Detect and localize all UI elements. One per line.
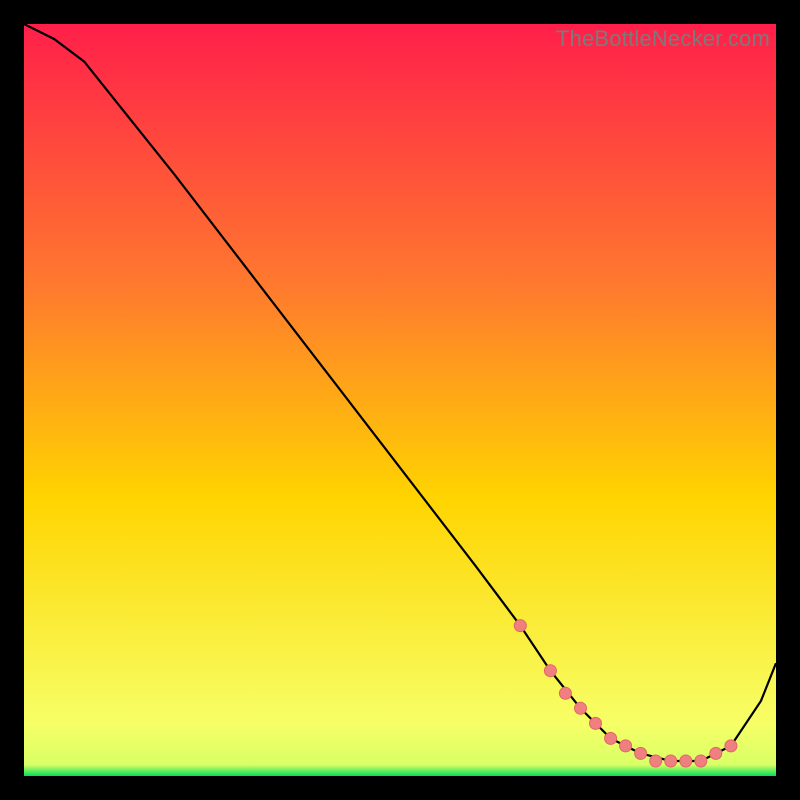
marker-point — [695, 755, 707, 767]
marker-point — [635, 747, 647, 759]
marker-point — [680, 755, 692, 767]
marker-point — [710, 747, 722, 759]
marker-point — [590, 717, 602, 729]
gradient-background — [24, 24, 776, 776]
chart-frame: TheBottleNecker.com — [24, 24, 776, 776]
marker-point — [514, 620, 526, 632]
marker-point — [544, 665, 556, 677]
marker-point — [575, 702, 587, 714]
bottleneck-chart — [24, 24, 776, 776]
marker-point — [725, 740, 737, 752]
marker-point — [665, 755, 677, 767]
marker-point — [620, 740, 632, 752]
marker-point — [559, 687, 571, 699]
watermark-text: TheBottleNecker.com — [556, 26, 770, 52]
marker-point — [650, 755, 662, 767]
marker-point — [605, 732, 617, 744]
